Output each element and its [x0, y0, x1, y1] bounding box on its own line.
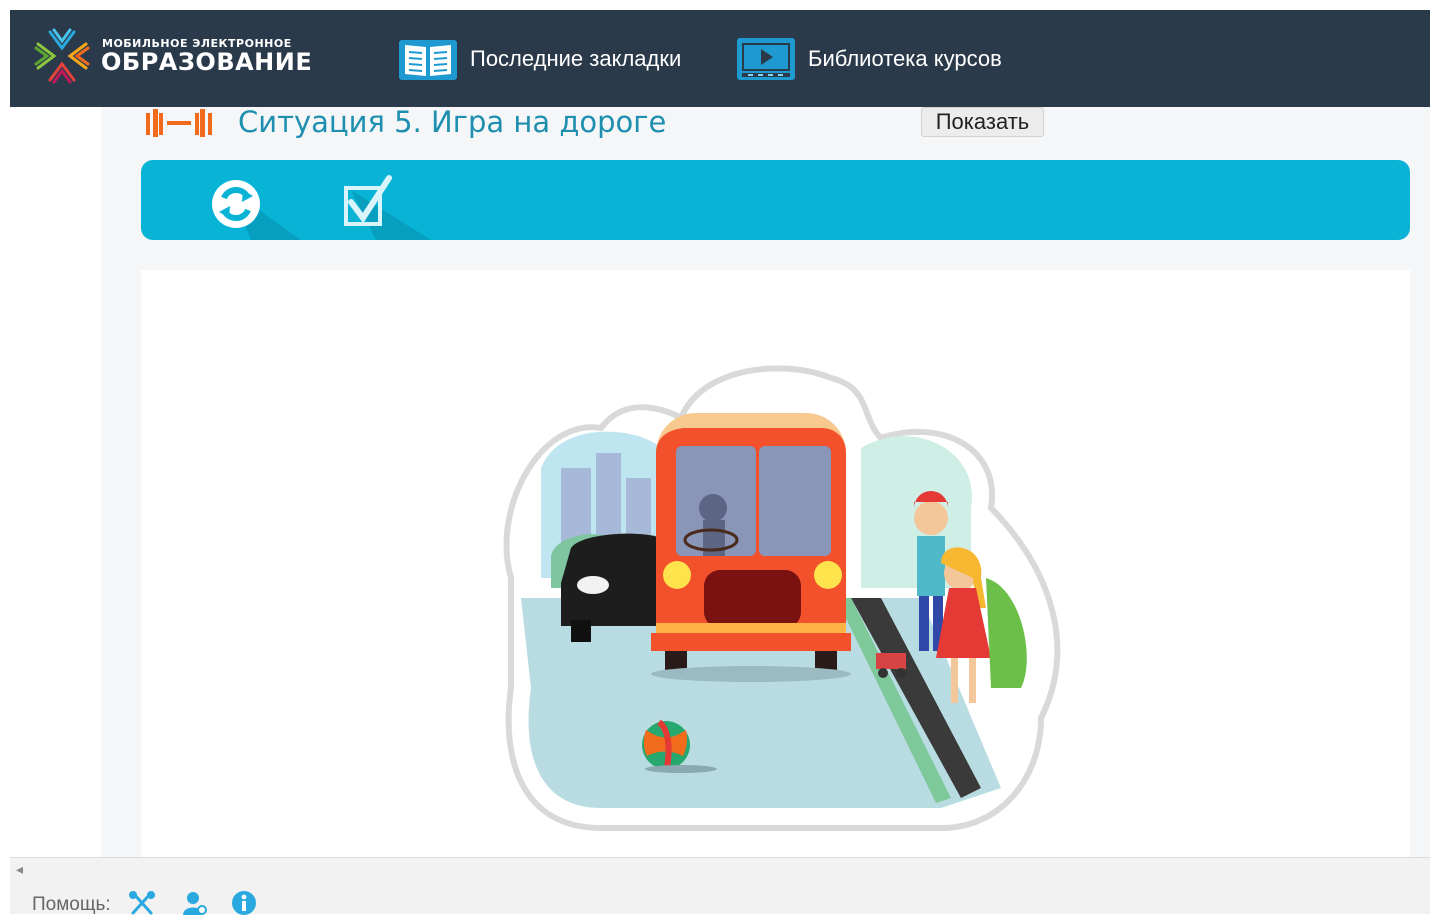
exercise-dumbbell-icon — [146, 109, 212, 137]
video-library-icon — [737, 38, 795, 80]
nav-course-library-label: Библиотека курсов — [808, 46, 1002, 71]
road-safety-illustration — [503, 365, 1061, 831]
tools-icon[interactable] — [127, 891, 157, 915]
help-label: Помощь: — [32, 894, 111, 915]
horizontal-scrollbar[interactable]: ◂ — [10, 857, 1430, 883]
reset-button[interactable] — [191, 160, 341, 240]
open-book-icon — [399, 40, 457, 80]
exercise-toolbar — [141, 160, 1410, 240]
show-answer-button[interactable]: Показать — [921, 107, 1044, 137]
nav-course-library[interactable]: Библиотека курсов — [736, 36, 1002, 82]
refresh-icon — [212, 180, 301, 240]
nav-recent-bookmarks-label: Последние закладки — [470, 46, 682, 71]
user-support-icon[interactable] — [180, 891, 210, 915]
left-margin — [10, 107, 101, 857]
logo-title: ОБРАЗОВАНИЕ — [101, 48, 313, 76]
scroll-left-arrow-icon[interactable]: ◂ — [16, 861, 23, 878]
check-answer-button[interactable] — [321, 160, 471, 240]
exercise-stage — [141, 270, 1410, 858]
nav-recent-bookmarks[interactable]: Последние закладки — [398, 36, 681, 82]
info-icon[interactable] — [230, 891, 260, 915]
logo[interactable]: МОБИЛЬНОЕ ЭЛЕКТРОННОЕ ОБРАЗОВАНИЕ — [32, 26, 312, 86]
page-title: Ситуация 5. Игра на дороге — [238, 105, 667, 139]
top-navigation-bar: МОБИЛЬНОЕ ЭЛЕКТРОННОЕ ОБРАЗОВАНИЕ Послед… — [10, 10, 1430, 107]
help-bar: Помощь: — [10, 882, 1430, 915]
logo-mark-icon — [34, 28, 90, 84]
checkbox-check-icon — [344, 175, 431, 240]
